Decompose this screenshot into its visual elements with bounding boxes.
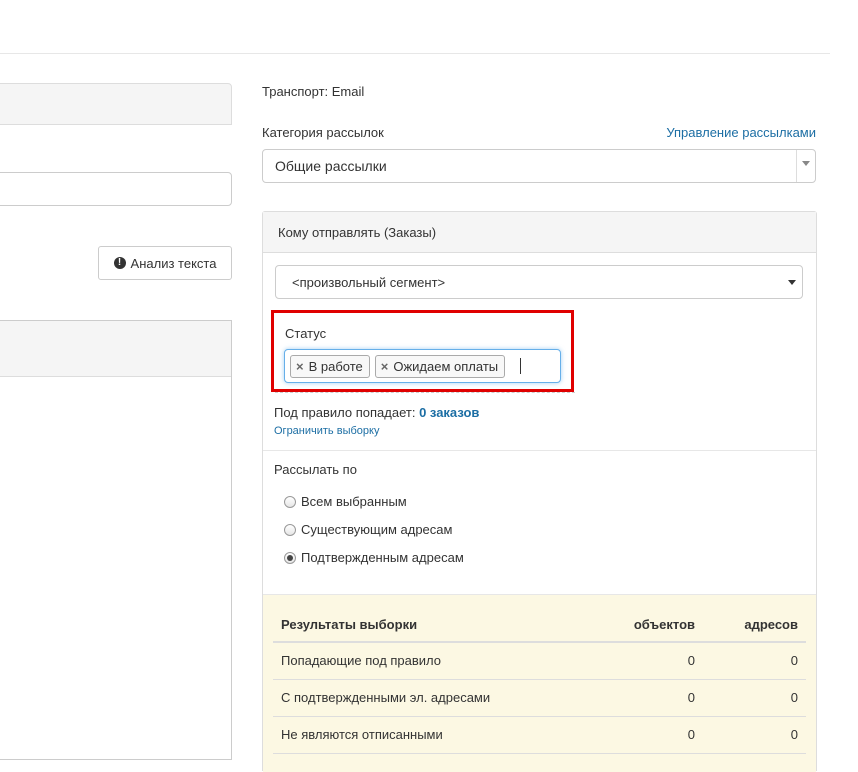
transport-text: Транспорт: Email [262,84,365,99]
recipients-panel-header: Кому отправлять (Заказы) [263,212,816,253]
status-tag: × Ожидаем оплаты [374,354,506,378]
select-separator [796,150,797,182]
chevron-down-icon [802,161,810,166]
category-select-value: Общие рассылки [275,158,387,174]
row-label: Попадающие под правило [273,642,603,680]
radio-existing-addresses[interactable]: Существующим адресам [284,522,452,537]
row-addresses: 0 [703,642,806,680]
radio-label: Подтвержденным адресам [301,550,464,565]
remove-tag-icon[interactable]: × [296,359,304,374]
radio-button[interactable] [284,551,296,564]
match-count: 0 заказов [419,405,480,420]
radio-confirmed-addresses[interactable]: Подтвержденным адресам [284,550,464,565]
match-summary: Под правило попадает: 0 заказов [274,405,479,420]
section-divider [263,450,816,451]
row-addresses: 0 [703,716,806,754]
table-row: Не являются отписанными 0 0 [273,716,806,754]
remove-tag-icon[interactable]: × [381,359,389,374]
status-multiselect[interactable]: × В работе × Ожидаем оплаты [284,349,561,383]
recipients-panel: Кому отправлять (Заказы) <произвольный с… [262,211,817,772]
segment-select[interactable]: <произвольный сегмент> [275,265,803,299]
status-tag: × В работе [290,354,370,378]
chevron-down-icon [788,280,796,285]
analyze-text-button[interactable]: ! Анализ текста [98,246,232,280]
table-row: Попадающие под правило 0 0 [273,642,806,680]
category-label: Категория рассылок [262,125,384,140]
message-editor[interactable] [0,320,232,760]
header-objects: объектов [603,607,703,643]
header-addresses: адресов [703,607,806,643]
results-table: Результаты выборки объектов адресов Попа… [273,607,806,754]
table-header-row: Результаты выборки объектов адресов [273,607,806,643]
radio-button[interactable] [284,523,296,536]
analyze-text-label: Анализ текста [130,255,217,271]
dashed-divider [275,392,575,393]
row-label: С подтвержденными эл. адресами [273,679,603,717]
row-addresses: 0 [703,679,806,717]
status-filter-highlight: Статус × В работе × Ожидаем оплаты [271,310,574,392]
top-divider [0,53,830,54]
radio-label: Всем выбранным [301,494,407,509]
status-tag-label: Ожидаем оплаты [393,358,499,374]
row-objects: 0 [603,716,703,754]
radio-label: Существующим адресам [301,522,453,537]
limit-selection-link[interactable]: Ограничить выборку [274,425,379,437]
header-results: Результаты выборки [273,607,603,643]
info-icon: ! [113,257,126,269]
selection-results: Результаты выборки объектов адресов Попа… [263,595,816,772]
text-cursor [520,358,522,374]
subject-input[interactable] [0,172,232,206]
manage-mailings-link[interactable]: Управление рассылками [666,125,816,140]
radio-button[interactable] [284,495,296,508]
table-row: С подтвержденными эл. адресами 0 0 [273,679,806,717]
row-label: Не являются отписанными [273,716,603,754]
segment-select-value: <произвольный сегмент> [292,274,446,290]
row-objects: 0 [603,679,703,717]
left-panel-header [0,83,232,125]
row-objects: 0 [603,642,703,680]
editor-toolbar [0,321,231,377]
send-by-label: Рассылать по [274,462,357,477]
status-label: Статус [285,326,327,341]
status-tag-label: В работе [308,358,363,374]
radio-all-selected[interactable]: Всем выбранным [284,494,407,509]
recipients-panel-title: Кому отправлять (Заказы) [278,224,437,240]
category-select[interactable]: Общие рассылки [262,149,816,183]
match-prefix: Под правило попадает: [274,405,420,420]
